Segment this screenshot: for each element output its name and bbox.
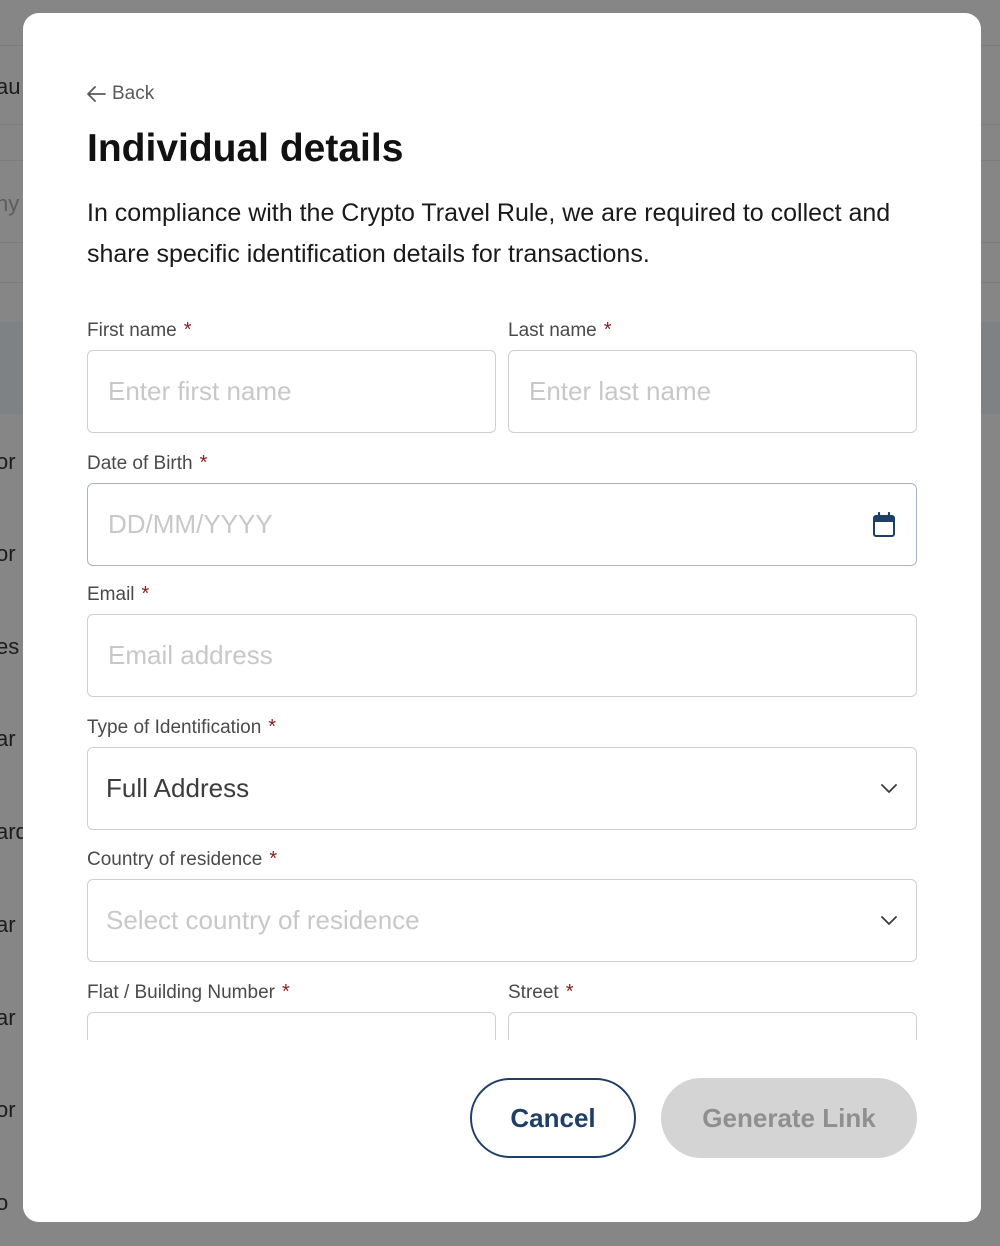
first-name-input[interactable]	[108, 376, 475, 407]
dob-field: Date of Birth *	[87, 449, 917, 566]
modal-title: Individual details	[87, 127, 404, 170]
id-type-label-text: Type of Identification	[87, 717, 262, 738]
back-link[interactable]: Back	[87, 83, 154, 105]
modal-scroll-content[interactable]: Back Individual details In compliance wi…	[87, 13, 917, 1040]
street-label-text: Street	[508, 982, 559, 1003]
id-type-selected-value: Full Address	[106, 773, 250, 803]
last-name-label: Last name *	[508, 316, 917, 344]
first-name-input-box	[87, 350, 496, 433]
arrow-left-icon	[87, 86, 112, 102]
chevron-down-icon	[880, 915, 898, 926]
email-label: Email *	[87, 580, 917, 608]
country-select[interactable]: Select country of residence	[87, 879, 917, 962]
first-name-field: First name *	[87, 316, 496, 433]
id-type-field: Type of Identification * Full Address	[87, 713, 917, 830]
modal-description: In compliance with the Crypto Travel Rul…	[87, 199, 891, 268]
last-name-input-box	[508, 350, 917, 433]
id-type-label: Type of Identification *	[87, 713, 917, 741]
required-asterisk: *	[183, 319, 192, 341]
individual-details-modal: Back Individual details In compliance wi…	[23, 13, 981, 1222]
required-asterisk: *	[269, 848, 278, 870]
flat-building-label-text: Flat / Building Number	[87, 982, 275, 1003]
last-name-input[interactable]	[529, 376, 896, 407]
required-asterisk: *	[281, 981, 290, 1003]
last-name-field: Last name *	[508, 316, 917, 433]
country-placeholder: Select country of residence	[106, 905, 420, 935]
email-label-text: Email	[87, 584, 135, 605]
email-input-box	[87, 614, 917, 697]
required-asterisk: *	[199, 452, 208, 474]
required-asterisk: *	[603, 319, 612, 341]
street-label: Street *	[508, 978, 917, 1006]
required-asterisk: *	[141, 583, 150, 605]
email-input[interactable]	[108, 640, 896, 671]
generate-link-button[interactable]: Generate Link	[661, 1078, 917, 1158]
street-input-box	[508, 1012, 917, 1040]
id-type-select[interactable]: Full Address	[87, 747, 917, 830]
back-link-label: Back	[112, 83, 155, 104]
country-field: Country of residence * Select country of …	[87, 845, 917, 962]
modal-footer: Cancel Generate Link	[23, 1040, 981, 1222]
dob-label: Date of Birth *	[87, 449, 917, 477]
street-field: Street *	[508, 978, 917, 1040]
last-name-label-text: Last name	[508, 320, 597, 341]
dob-input-box	[87, 483, 917, 566]
required-asterisk: *	[268, 716, 277, 738]
flat-building-field: Flat / Building Number *	[87, 978, 496, 1040]
first-name-label-text: First name	[87, 320, 177, 341]
cancel-button[interactable]: Cancel	[470, 1078, 636, 1158]
email-field: Email *	[87, 580, 917, 697]
dob-label-text: Date of Birth	[87, 453, 193, 474]
flat-building-label: Flat / Building Number *	[87, 978, 496, 1006]
calendar-icon[interactable]	[872, 511, 896, 538]
country-label-text: Country of residence	[87, 849, 263, 870]
chevron-down-icon	[880, 783, 898, 794]
dob-input[interactable]	[108, 509, 872, 540]
country-label: Country of residence *	[87, 845, 917, 873]
flat-building-input-box	[87, 1012, 496, 1040]
first-name-label: First name *	[87, 316, 496, 344]
required-asterisk: *	[565, 981, 574, 1003]
